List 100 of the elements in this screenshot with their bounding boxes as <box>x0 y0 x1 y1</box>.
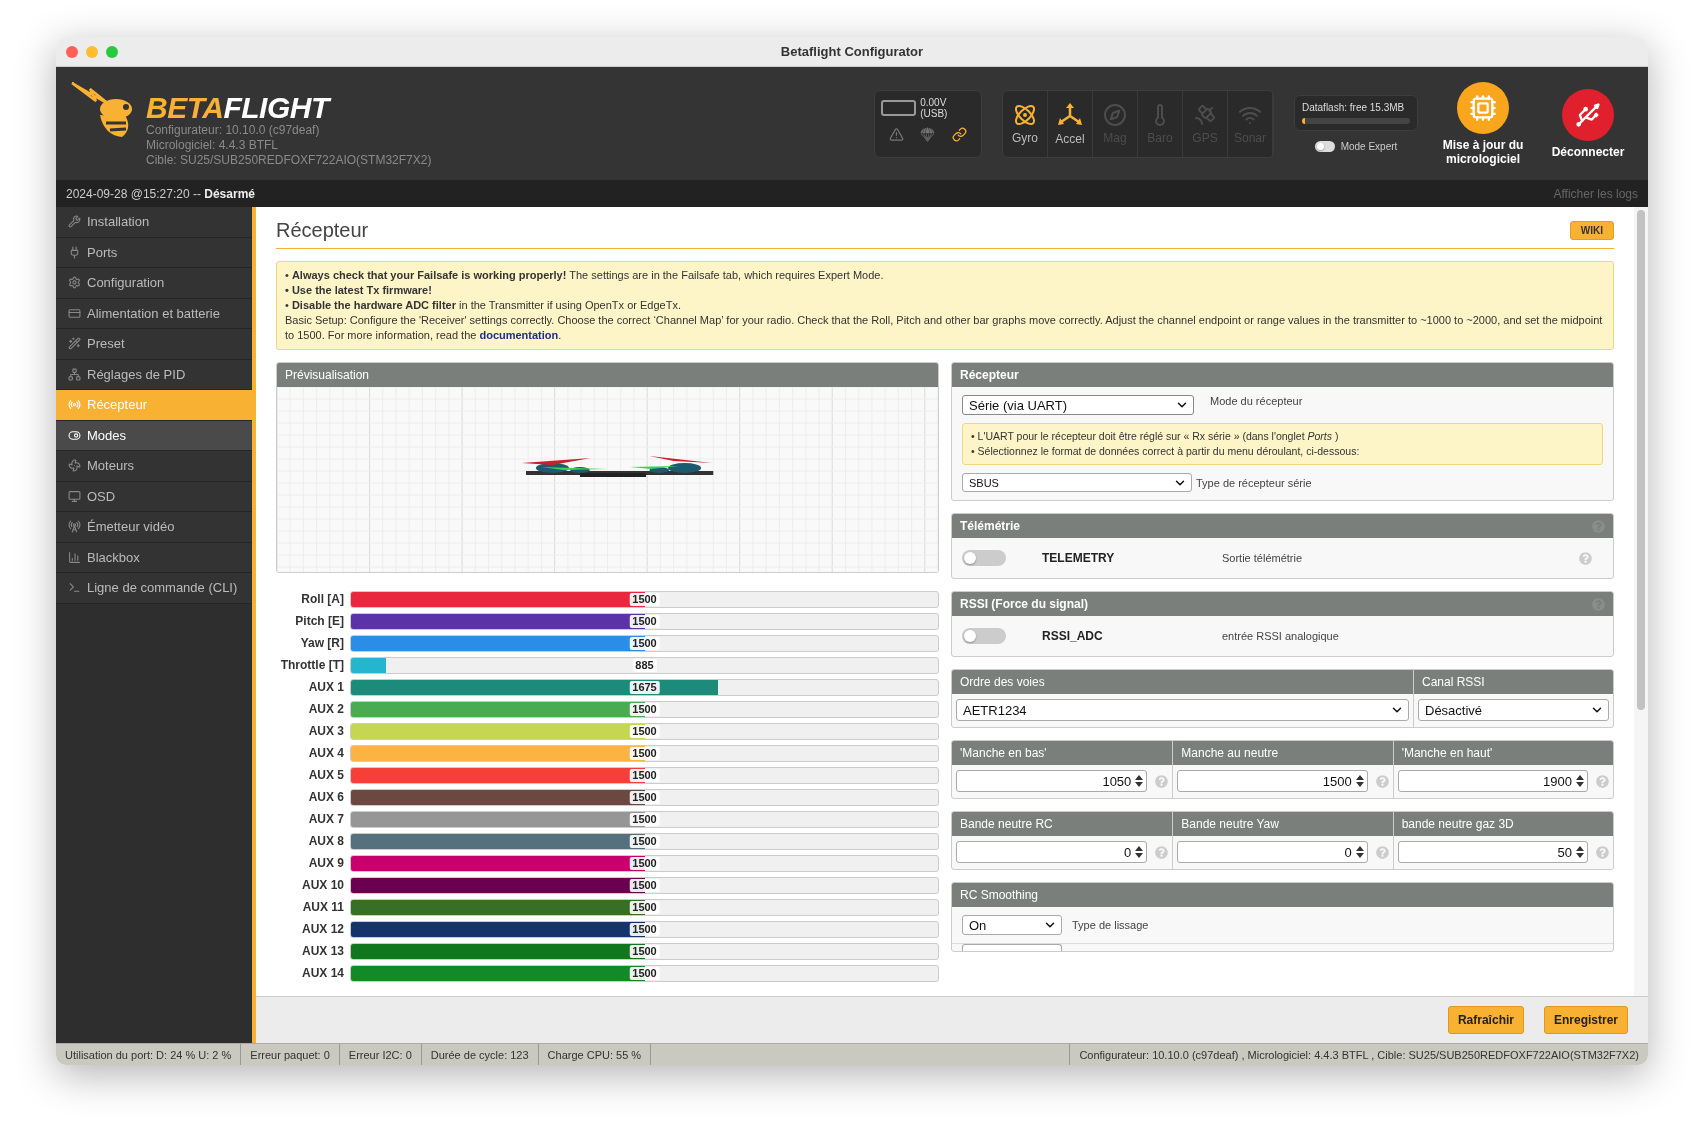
help-icon <box>1375 774 1389 788</box>
sidebar-item[interactable]: Preset <box>56 329 252 360</box>
plug-icon <box>68 245 81 259</box>
sidebar-item[interactable]: Blackbox <box>56 542 252 573</box>
channel-name: AUX 7 <box>307 811 344 828</box>
channel-value: 1500 <box>629 945 660 958</box>
panel-title: RC Smoothing <box>960 888 1039 902</box>
toggle-switch[interactable] <box>962 628 1006 644</box>
wiki-button[interactable]: WIKI <box>1569 221 1614 240</box>
sidebar-item[interactable]: OSD <box>56 481 252 512</box>
field-label: Mode du récepteur <box>1210 395 1303 407</box>
channel-value: 1500 <box>629 593 660 606</box>
spinner-arrows-icon[interactable] <box>1576 845 1584 859</box>
bars-icon <box>68 550 81 564</box>
status-text: Durée de cycle: 123 <box>421 1044 539 1065</box>
rssi-channel-select[interactable]: Désactivé <box>1418 699 1609 721</box>
expert-mode-switch[interactable] <box>1314 141 1335 152</box>
channel-map-select[interactable]: AETR1234 <box>956 699 1409 721</box>
close-button[interactable] <box>66 45 78 58</box>
number-field[interactable]: 50 <box>1397 841 1588 863</box>
help-icon <box>1375 845 1389 859</box>
settings-icon <box>68 276 81 290</box>
channel-value: 1675 <box>629 681 660 694</box>
help-icon <box>1155 774 1169 788</box>
status-text: Charge CPU: 55 % <box>538 1044 652 1065</box>
select-field[interactable] <box>962 944 1062 951</box>
notice-text: Basic Setup: Configure the 'Receiver' settings correctly. Choose the correct ‘Channel Map’ for your radio. Check that the Roll, Pitch and other bar graphs move correctly. Adjust the channel endpoint or range values in the transmitter to ~1000 to ~2000, and set the midpoint to 1500. For more information, read the documentation. <box>285 313 1604 343</box>
help-icon <box>1596 774 1609 788</box>
sensor-label: Gyro <box>1012 130 1038 145</box>
window-title: Betaflight Configurator <box>779 44 925 59</box>
channel-name: AUX 1 <box>307 679 344 696</box>
sidebar-item[interactable]: Ports <box>56 237 252 268</box>
channel-name: AUX 10 <box>300 877 344 894</box>
channel-value: 1500 <box>629 967 660 980</box>
spinner-arrows-icon[interactable] <box>1355 774 1364 788</box>
firmware-update-button[interactable]: Mise à jour du micrologiciel <box>1438 81 1528 166</box>
battery-icon <box>881 99 917 116</box>
sidebar-item[interactable]: Installation <box>56 207 252 238</box>
terminal-icon <box>68 581 81 595</box>
field-label: Type de récepteur série <box>1196 476 1312 489</box>
chip-icon <box>1469 93 1497 122</box>
spinner-arrows-icon[interactable] <box>1355 845 1364 859</box>
help-icon <box>1596 845 1609 859</box>
hierarchy-icon <box>68 367 81 381</box>
feature-name: TELEMETRY <box>1042 551 1115 565</box>
sidebar-item[interactable]: Configuration <box>56 268 252 299</box>
smoothing-select[interactable]: On <box>962 915 1062 935</box>
dataflash-label: Dataflash: free 15.3MB <box>1302 102 1406 113</box>
panel-title: Bande neutre Yaw <box>1181 817 1279 831</box>
sidebar-item[interactable]: Émetteur vidéo <box>56 512 252 543</box>
help-icon <box>1579 551 1592 565</box>
satellite-icon <box>1193 102 1217 127</box>
panel-title: Ordre des voies <box>960 675 1045 689</box>
help-icon <box>1155 845 1169 859</box>
receiver-mode-select[interactable]: Série (via UART) <box>962 395 1194 415</box>
tower-icon <box>68 520 81 534</box>
sidebar-item[interactable]: Réglages de PID <box>56 359 252 390</box>
feature-description: entrée RSSI analogique <box>1222 630 1339 642</box>
spinner-arrows-icon[interactable] <box>1135 845 1144 859</box>
channel-value: 1500 <box>629 791 660 804</box>
status-text: Erreur I2C: 0 <box>339 1044 422 1065</box>
status-text: Utilisation du port: D: 24 % U: 2 % <box>56 1044 242 1065</box>
spinner-arrows-icon[interactable] <box>1576 774 1584 788</box>
fan-icon <box>68 459 81 473</box>
channel-value: 1500 <box>629 923 660 936</box>
sidebar-item[interactable]: Alimentation et batterie <box>56 298 252 329</box>
channel-value: 1500 <box>629 901 660 914</box>
number-field[interactable]: 1900 <box>1397 770 1588 792</box>
refresh-button[interactable]: Rafraîchir <box>1447 1006 1524 1034</box>
sidebar-item[interactable]: Moteurs <box>56 451 252 482</box>
sidebar-item[interactable]: Modes <box>56 420 252 451</box>
channel-value: 1500 <box>629 637 660 650</box>
channel-name: AUX 12 <box>300 921 344 938</box>
toggle-switch[interactable] <box>962 550 1006 566</box>
panel-title: 'Manche en haut' <box>1401 746 1493 760</box>
channel-name: AUX 11 <box>301 899 344 916</box>
number-field[interactable]: 1050 <box>956 770 1148 792</box>
panel-title: RSSI (Force du signal) <box>960 597 1088 611</box>
channel-name: Yaw [R] <box>299 635 344 652</box>
sidebar-item[interactable]: Ligne de commande (CLI) <box>56 573 252 604</box>
sensor-label: Accel <box>1055 131 1085 146</box>
channel-value: 1500 <box>629 747 660 760</box>
save-button[interactable]: Enregistrer <box>1543 1006 1628 1034</box>
number-field[interactable]: 0 <box>956 841 1148 863</box>
atom-icon <box>1013 102 1037 127</box>
scrollbar-thumb[interactable] <box>1637 210 1645 710</box>
channel-value: 1500 <box>629 615 660 628</box>
number-field[interactable]: 0 <box>1177 841 1368 863</box>
spinner-arrows-icon[interactable] <box>1135 774 1144 788</box>
number-field[interactable]: 1500 <box>1177 770 1368 792</box>
field-label: Type de lissage <box>1072 919 1149 931</box>
panel-title: Télémétrie <box>960 519 1021 533</box>
info-text: • L'UART pour le récepteur doit être réglé sur « Rx série » (dans l'onglet Ports ) <box>971 429 1340 444</box>
channel-name: AUX 6 <box>307 789 344 806</box>
disconnect-button[interactable]: Déconnecter <box>1548 88 1628 159</box>
channel-value: 1500 <box>629 769 660 782</box>
serial-type-select[interactable]: SBUS <box>962 473 1192 492</box>
compass-icon <box>1103 102 1127 127</box>
info-text: • Sélectionnez le format de données correct à partir du menu déroulant, ci-dessous: <box>971 444 1361 459</box>
version-text: Micrologiciel: 4.4.3 BTFL <box>146 138 280 153</box>
